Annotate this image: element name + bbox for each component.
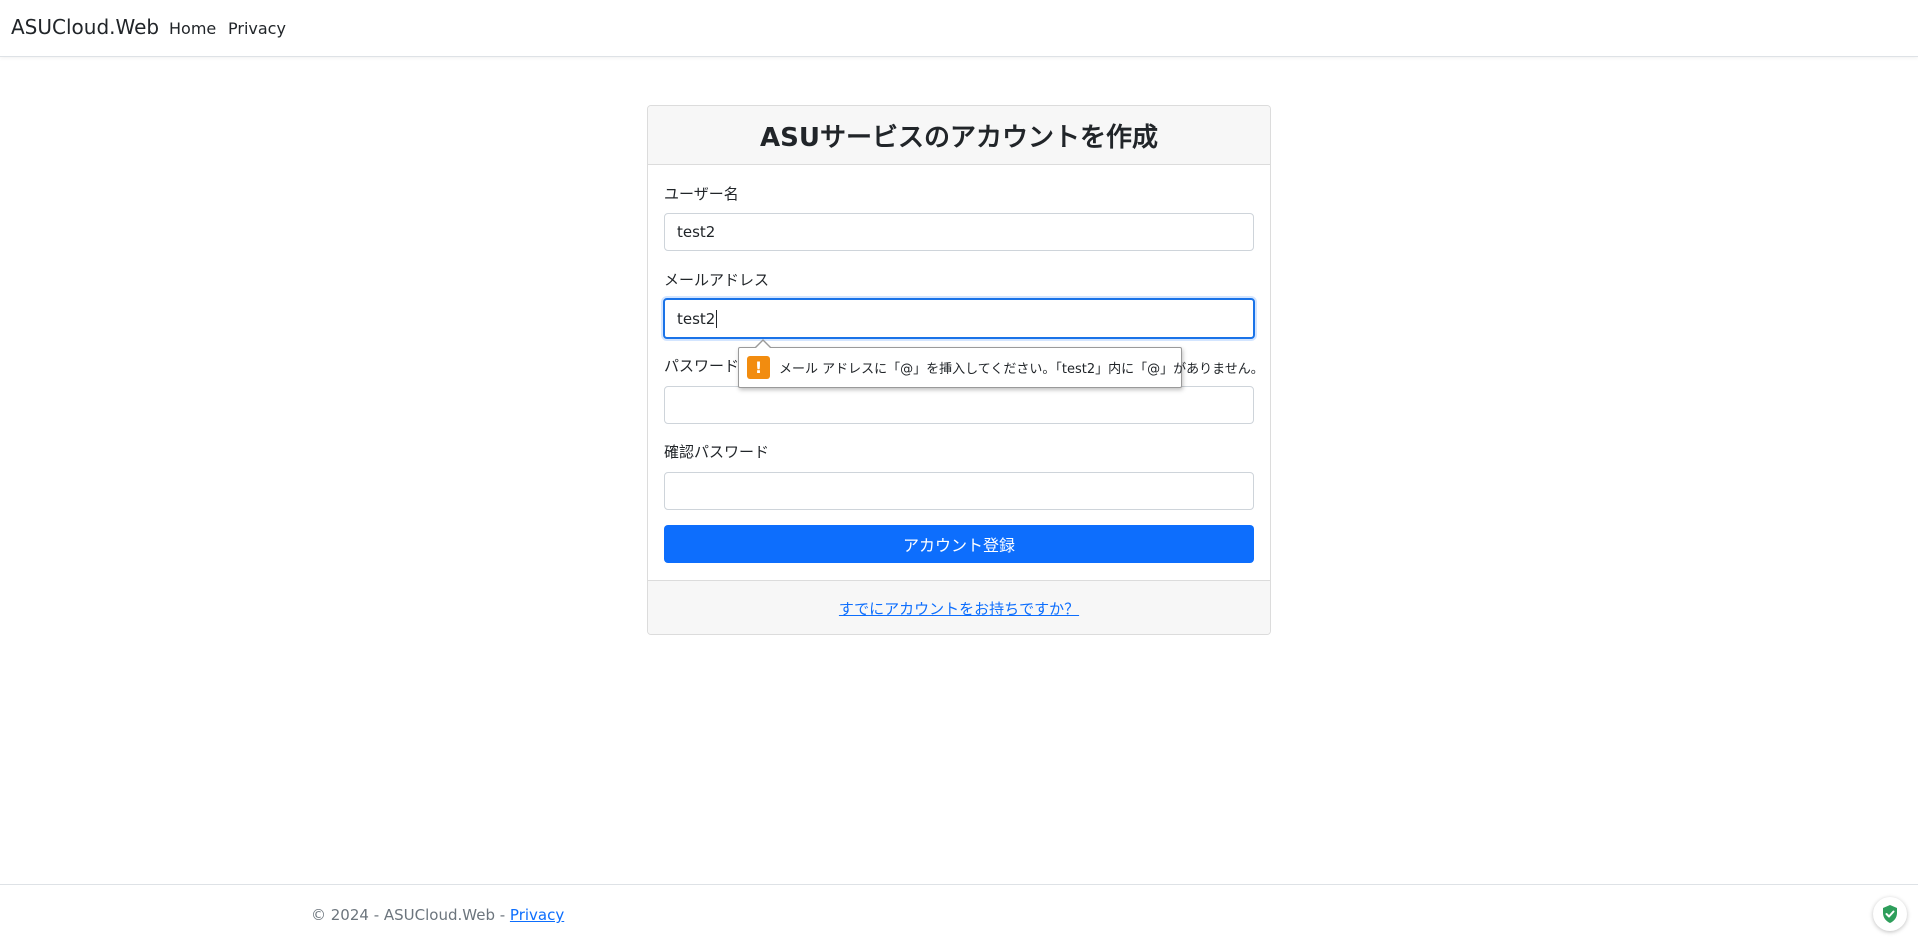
shield-icon[interactable] <box>1873 897 1907 931</box>
card-header: ASUサービスのアカウントを作成 <box>648 106 1270 165</box>
card-footer: すでにアカウントをお持ちですか？ <box>648 580 1270 634</box>
nav-home-link[interactable]: Home <box>169 19 216 38</box>
footer-privacy-link[interactable]: Privacy <box>510 906 564 924</box>
page-title: ASUサービスのアカウントを作成 <box>760 122 1158 153</box>
shield-check-icon <box>1883 905 1897 923</box>
confirm-password-label: 確認パスワード <box>664 443 770 461</box>
validation-message: メール アドレスに「@」を挿入してください。「test2」内に「@」がありません… <box>779 362 1264 377</box>
login-link[interactable]: すでにアカウントをお持ちですか？ <box>839 598 1079 619</box>
email-input[interactable]: test2 <box>663 298 1255 339</box>
register-button[interactable]: アカウント登録 <box>664 525 1254 563</box>
username-input[interactable]: test2 <box>664 213 1254 251</box>
username-label: ユーザー名 <box>664 185 739 203</box>
password-label: パスワード <box>664 357 740 375</box>
brand-link[interactable]: ASUCloud.Web <box>11 15 159 39</box>
top-navbar: ASUCloud.Web Home Privacy <box>0 0 1918 57</box>
password-input[interactable] <box>664 386 1254 424</box>
validation-tooltip: ! メール アドレスに「@」を挿入してください。「test2」内に「@」がありま… <box>738 339 1264 388</box>
copyright-text: © 2024 - ASUCloud.Web - <box>311 906 510 924</box>
email-value: test2 <box>677 309 716 328</box>
warning-icon: ! <box>747 356 770 379</box>
text-caret <box>716 309 718 328</box>
email-label: メールアドレス <box>664 271 770 289</box>
username-value: test2 <box>677 223 716 241</box>
nav-privacy-link[interactable]: Privacy <box>228 19 286 38</box>
page-footer: © 2024 - ASUCloud.Web - Privacy <box>0 884 1918 942</box>
footer-copyright: © 2024 - ASUCloud.Web - Privacy <box>311 906 564 924</box>
confirm-password-input[interactable] <box>664 472 1254 510</box>
